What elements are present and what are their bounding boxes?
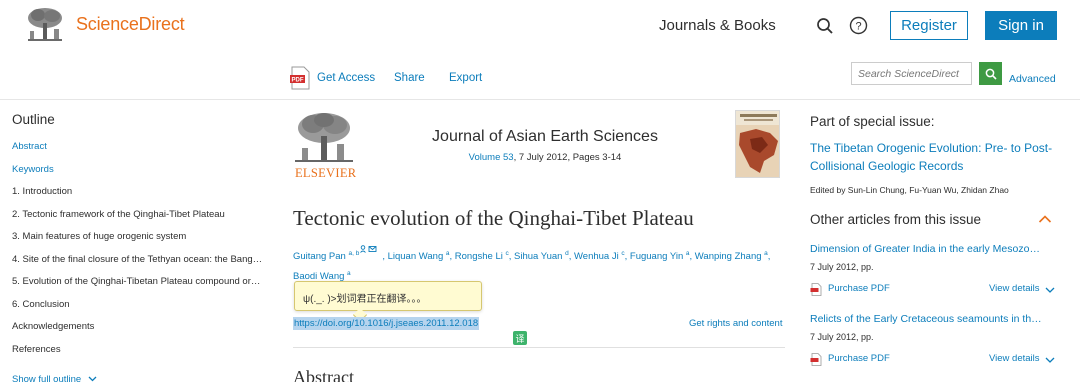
purchase-pdf-link[interactable]: Purchase PDF [828,283,890,294]
author-affiliation-marker: d [565,250,569,257]
author-name: Rongshe Li [454,251,503,263]
outline-item[interactable]: 3. Main features of huge orogenic system [12,230,274,253]
search-input[interactable] [851,62,972,85]
article-toolbar: PDF Get Access Share Export Advanced [0,62,1080,94]
toolbar-divider [0,99,1080,100]
outline-item[interactable]: 2. Tectonic framework of the Qinghai-Tib… [12,208,274,231]
purchase-pdf-link[interactable]: Purchase PDF [828,353,890,364]
author-link[interactable]: Rongshe Li c [454,250,509,263]
volume-details: , 7 July 2012, Pages 3-14 [513,152,622,163]
author-link[interactable]: Guitang Pan a, b [293,245,382,263]
related-article-date: 7 July 2012, pp. [810,262,874,272]
pdf-icon [810,283,822,296]
elsevier-wordmark: ELSEVIER [295,166,357,180]
author-link[interactable]: Liquan Wang a [387,250,450,263]
show-full-outline-link[interactable]: Show full outline [12,374,97,382]
share-link[interactable]: Share [394,72,425,84]
translation-tooltip: ψ(._. )>划词君正在翻译。。。 [294,281,482,311]
sciencedirect-logo[interactable]: ScienceDirect [76,14,185,35]
advanced-search-link[interactable]: Advanced [1009,73,1056,85]
author-contact-icons[interactable] [359,245,382,262]
special-issue-label: Part of special issue: [810,114,935,129]
author-name: Wanping Zhang [694,251,762,263]
get-access-link[interactable]: Get Access [317,72,375,84]
volume-link[interactable]: Volume 53 [469,152,514,163]
author-affiliation-marker: a, b [348,250,360,257]
author-affiliation-marker: c [505,250,509,257]
author-list: Guitang Pan a, b, Liquan Wang a, Rongshe… [293,245,783,285]
journal-volume-info: Volume 53, 7 July 2012, Pages 3-14 [395,152,695,163]
outline-sidebar: Outline Abstract Keywords 1. Introduction 2… [12,112,274,365]
svg-text:?: ? [855,21,861,33]
outline-item[interactable]: Abstract [12,140,274,163]
pdf-icon [810,353,822,366]
outline-title: Outline [12,112,55,127]
author-link[interactable]: Wenhua Ji c [574,250,625,263]
author-name: Sihua Yuan [514,251,563,263]
chevron-down-icon[interactable] [1045,287,1055,294]
other-articles-heading: Other articles from this issue [810,212,982,227]
author-name: Fuguang Yin [629,251,684,263]
author-affiliation-marker: a [347,270,351,278]
author-name: Guitang Pan [293,251,346,263]
related-article-title-link[interactable]: Dimension of Greater India in the early … [810,243,1058,255]
chevron-up-icon[interactable] [1038,214,1052,224]
journals-and-books-link[interactable]: Journals & Books [659,17,776,34]
search-icon [985,68,997,80]
view-details-link[interactable]: View details [989,353,1040,364]
related-article-date: 7 July 2012, pp. [810,332,874,342]
outline-item[interactable]: Acknowledgements [12,320,274,343]
svg-text:PDF: PDF [292,78,304,84]
outline-item[interactable]: 4. Site of the final closure of the Teth… [12,253,274,276]
author-link[interactable]: Fuguang Yin a [629,250,690,263]
outline-item[interactable]: References [12,343,274,366]
outline-item[interactable]: 1. Introduction [12,185,274,208]
author-name: Wenhua Ji [574,251,619,263]
doi-link[interactable]: https://doi.org/10.1016/j.jseaes.2011.12… [293,317,480,330]
chevron-down-icon[interactable] [1045,357,1055,364]
author-affiliation-marker: a [685,250,690,257]
author-link[interactable]: Sihua Yuan d [514,250,569,263]
special-issue-title-link[interactable]: The Tibetan Orogenic Evolution: Pre- to … [810,139,1060,175]
related-article-title-link[interactable]: Relicts of the Early Cretaceous seamount… [810,313,1058,325]
author-affiliation-marker: a [445,250,450,257]
author-name: Liquan Wang [387,251,444,263]
site-header: ScienceDirect Journals & Books ? Registe… [0,0,1080,52]
article-title: Tectonic evolution of the Qinghai-Tibet … [293,206,694,230]
special-issue-editors: Edited by Sun-Lin Chung, Fu-Yuan Wu, Zhi… [810,185,1009,195]
search-icon[interactable] [816,17,834,35]
export-link[interactable]: Export [449,72,482,84]
sign-in-button[interactable]: Sign in [985,11,1057,40]
abstract-heading: Abstract [293,367,354,382]
outline-item[interactable]: 6. Conclusion [12,298,274,321]
elsevier-logo[interactable]: ELSEVIER [293,110,357,180]
view-details-link[interactable]: View details [989,283,1040,294]
outline-item[interactable]: 5. Evolution of the Qinghai-Tibetan Plat… [12,275,274,298]
journal-cover-icon [736,111,779,177]
outline-list: Abstract Keywords 1. Introduction 2. Tecton… [12,140,274,365]
elsevier-tree-logo-icon[interactable] [24,7,66,43]
article-divider [293,347,785,348]
translate-badge-icon[interactable]: 译 [513,331,527,345]
journal-cover-image[interactable] [735,110,780,178]
author-affiliation-marker: a [764,250,768,257]
outline-item[interactable]: Keywords [12,163,274,186]
pdf-icon[interactable]: PDF [289,66,311,90]
author-affiliation-marker: c [621,250,625,257]
chevron-down-icon [88,376,97,382]
help-icon[interactable]: ? [849,16,868,35]
elsevier-tree-icon [295,113,353,162]
journal-title-link[interactable]: Journal of Asian Earth Sciences [395,128,695,146]
search-submit-button[interactable] [979,62,1002,85]
show-full-outline-label: Show full outline [12,374,82,382]
register-button[interactable]: Register [890,11,968,40]
author-link[interactable]: Wanping Zhang a [694,250,768,263]
get-rights-link[interactable]: Get rights and content [689,318,782,329]
